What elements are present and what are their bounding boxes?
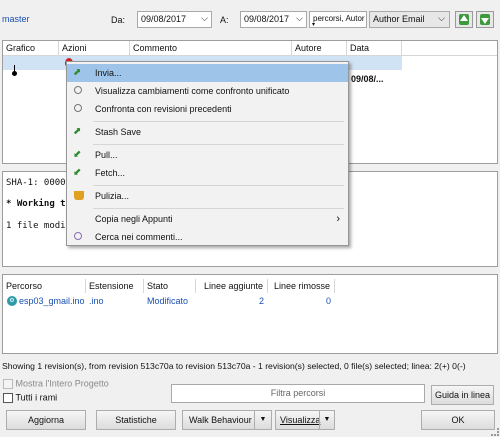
all-branches-row[interactable]: Tutti i rami xyxy=(3,392,57,403)
menu-item-copy-clipboard[interactable]: Copia negli Appunti › xyxy=(67,210,348,228)
filter-paths-placeholder: Filtra percorsi xyxy=(270,388,326,398)
to-date-value: 09/08/2017 xyxy=(244,14,290,24)
fetch-arrow-icon: ⬋ xyxy=(73,167,82,178)
menu-item-push[interactable]: ⬈ Invia... xyxy=(67,64,348,82)
filter-paths-input[interactable]: Filtra percorsi xyxy=(171,384,425,403)
menu-item-label: Invia... xyxy=(95,68,122,78)
file-lines-added: 2 xyxy=(258,296,264,306)
menu-item-label: Copia negli Appunti xyxy=(95,214,173,224)
search-value: percorsi, Autor xyxy=(313,14,365,23)
view-label: Visualizza xyxy=(280,415,321,425)
show-whole-project-label: Mostra l'Intero Progetto xyxy=(15,378,109,389)
walk-behaviour-label: Walk Behaviour xyxy=(189,415,252,425)
column-header-status[interactable]: Stato xyxy=(144,279,196,293)
green-up-arrow-icon xyxy=(459,14,469,25)
magnifier-icon xyxy=(74,104,82,112)
view-dropdown[interactable]: ▼ xyxy=(319,411,334,429)
status-text: Showing 1 revision(s), from revision 513… xyxy=(2,361,466,371)
branch-link[interactable]: master xyxy=(2,14,30,24)
pull-arrow-icon: ⬋ xyxy=(73,149,82,160)
file-status: Modificato xyxy=(147,296,189,306)
to-label: A: xyxy=(220,15,229,25)
magnifier-icon xyxy=(74,86,82,94)
menu-item-label: Pull... xyxy=(95,150,118,160)
chevron-down-icon: ⌵ xyxy=(201,13,208,23)
menu-item-label: Cerca nei commenti... xyxy=(95,232,183,242)
graph-line xyxy=(14,65,15,73)
all-branches-label: Tutti i rami xyxy=(15,392,58,403)
to-date-picker[interactable]: 09/08/2017 ⌵ xyxy=(240,11,307,28)
ok-button[interactable]: OK xyxy=(421,410,495,430)
menu-separator xyxy=(93,144,344,145)
column-header-author[interactable]: Autore xyxy=(292,41,347,55)
working-tree-line: * Working t xyxy=(6,199,66,209)
table-row[interactable]: ⚙ esp03_gmail.ino .ino Modificato 2 0 xyxy=(3,295,335,309)
menu-separator xyxy=(93,208,344,209)
from-date-value: 09/08/2017 xyxy=(141,14,187,24)
show-whole-project-checkbox[interactable] xyxy=(3,378,13,389)
previous-page-button[interactable] xyxy=(455,11,473,28)
refresh-button[interactable]: Aggiorna xyxy=(6,410,86,430)
menu-item-unified-diff[interactable]: Visualizza cambiamenti come confronto un… xyxy=(67,82,348,100)
changed-files-grid[interactable]: Percorso Estensione Stato Linee aggiunte… xyxy=(2,274,498,354)
menu-separator xyxy=(93,185,344,186)
column-header-path[interactable]: Percorso xyxy=(3,279,86,293)
menu-item-stash-save[interactable]: ⬈ Stash Save xyxy=(67,123,348,141)
menu-item-label: Pulizia... xyxy=(95,191,130,201)
menu-item-label: Fetch... xyxy=(95,168,126,178)
resize-grip-icon[interactable] xyxy=(491,428,499,436)
files-modified-line: 1 file modi xyxy=(6,221,66,231)
search-dropdown-icon[interactable]: ▾ xyxy=(312,21,315,27)
walk-behaviour-button[interactable]: Walk Behaviour ▼ xyxy=(182,410,272,430)
next-page-button[interactable] xyxy=(476,11,494,28)
column-header-graph[interactable]: Grafico xyxy=(3,41,59,55)
view-button[interactable]: Visualizza ▼ xyxy=(275,410,335,430)
walk-behaviour-dropdown[interactable]: ▼ xyxy=(254,411,271,429)
statistics-button[interactable]: Statistiche xyxy=(96,410,176,430)
filter-field-value: Author Email xyxy=(373,14,425,24)
column-header-lines-removed[interactable]: Linee rimosse xyxy=(268,279,335,293)
menu-item-label: Visualizza cambiamenti come confronto un… xyxy=(95,86,290,96)
push-arrow-icon: ⬈ xyxy=(73,67,82,78)
chevron-down-icon: ⌵ xyxy=(438,13,445,23)
column-header-actions[interactable]: Azioni xyxy=(59,41,130,55)
file-extension: .ino xyxy=(89,296,104,306)
menu-item-search-messages[interactable]: Cerca nei commenti... xyxy=(67,228,348,246)
commit-date: 09/08/... xyxy=(351,74,384,84)
help-button[interactable]: Guida in linea xyxy=(431,385,494,405)
menu-item-compare-previous[interactable]: Confronta con revisioni precedenti xyxy=(67,100,348,118)
green-down-arrow-icon xyxy=(480,14,490,25)
broom-icon xyxy=(74,191,84,200)
show-whole-project-row[interactable]: Mostra l'Intero Progetto xyxy=(3,378,109,389)
column-header-lines-added[interactable]: Linee aggiunte xyxy=(196,279,268,293)
menu-item-pull[interactable]: ⬋ Pull... xyxy=(67,146,348,164)
search-icon xyxy=(74,232,82,240)
stash-arrow-icon: ⬈ xyxy=(73,126,82,137)
context-menu: ⬈ Invia... Visualizza cambiamenti come c… xyxy=(66,61,349,246)
menu-item-label: Stash Save xyxy=(95,127,142,137)
search-input[interactable]: percorsi, Autor ▾ xyxy=(309,11,367,28)
column-header-comment[interactable]: Commento xyxy=(130,41,292,55)
file-lines-removed: 0 xyxy=(325,296,331,306)
menu-item-cleanup[interactable]: Pulizia... xyxy=(67,187,348,205)
file-icon: ⚙ xyxy=(7,296,17,306)
filter-field-select[interactable]: Author Email ⌵ xyxy=(369,11,450,28)
menu-separator xyxy=(93,121,344,122)
from-date-picker[interactable]: 09/08/2017 ⌵ xyxy=(137,11,212,28)
all-branches-checkbox[interactable] xyxy=(3,392,13,403)
menu-item-fetch[interactable]: ⬋ Fetch... xyxy=(67,164,348,182)
column-header-date[interactable]: Data xyxy=(347,41,402,55)
submenu-arrow-icon: › xyxy=(336,213,340,225)
menu-item-label: Confronta con revisioni precedenti xyxy=(95,104,232,114)
from-label: Da: xyxy=(111,15,126,25)
column-header-extension[interactable]: Estensione xyxy=(86,279,144,293)
chevron-down-icon: ⌵ xyxy=(296,13,303,23)
file-path: esp03_gmail.ino xyxy=(19,296,85,306)
sha-line: SHA-1: 00000 xyxy=(6,178,72,188)
